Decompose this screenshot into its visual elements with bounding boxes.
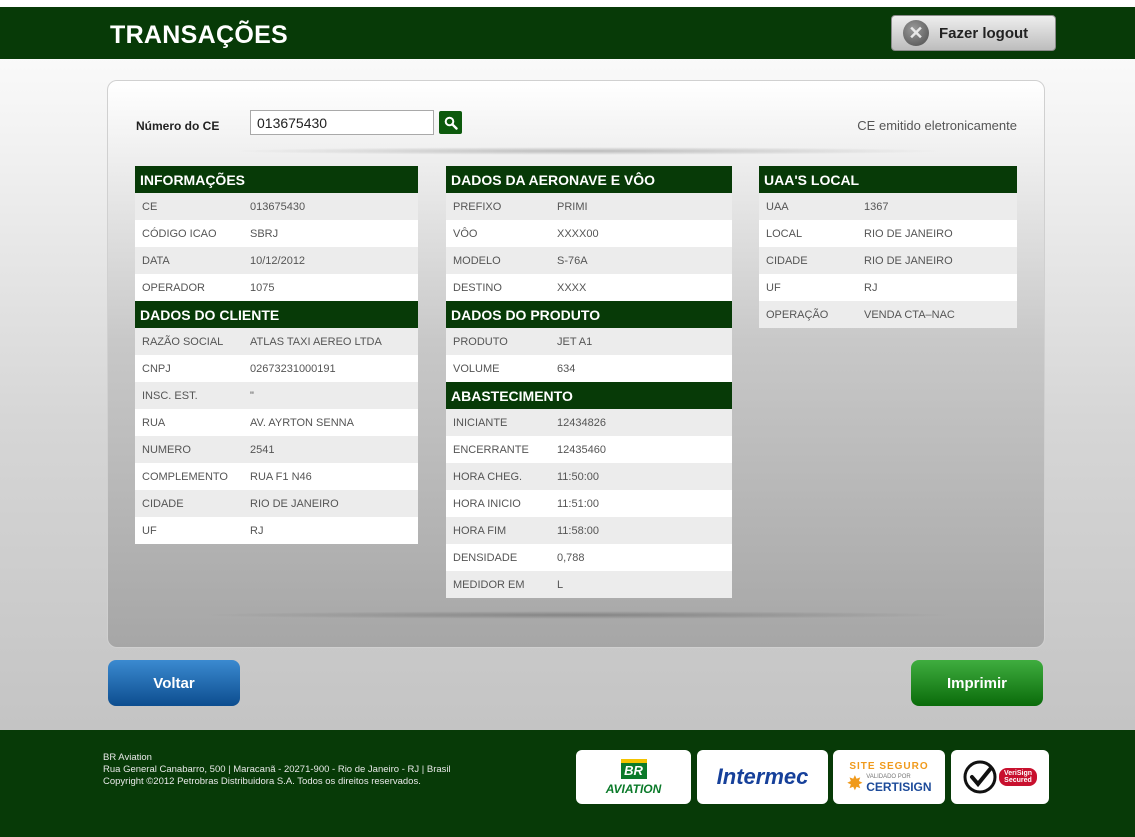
footer-text: BR Aviation Rua General Canabarro, 500 |… [103,752,451,788]
table-row: HORA INICIO 11:51:00 [446,490,732,517]
cliente-rows: RAZÃO SOCIAL ATLAS TAXI AEREO LTDA CNPJ 02… [135,328,418,544]
checkmark-icon [963,760,997,794]
table-row: MODELO S-76A [446,247,732,274]
table-row: VOLUME 634 [446,355,732,382]
aeronave-rows: PREFIXO PRIMI VÔO XXXX00 MODELO S-76A DESTI… [446,193,732,301]
table-row: CIDADE RIO DE JANEIRO [759,247,1017,274]
certisign-label: CERTISIGN [866,779,932,794]
table-row: DATA 10/12/2012 [135,247,418,274]
table-row: HORA CHEG. 11:50:00 [446,463,732,490]
back-button[interactable]: Voltar [108,660,240,706]
verisign-seal: VeriSign Secured [951,750,1049,804]
footer-company: BR Aviation [103,752,152,763]
divider [198,611,958,619]
ce-number-input[interactable] [250,110,434,135]
table-row: PRODUTO JET A1 [446,328,732,355]
table-row: UF RJ [135,517,418,544]
table-row: ENCERRANTE 12435460 [446,436,732,463]
table-row: NUMERO 2541 [135,436,418,463]
intermec-logo: Intermec [697,750,828,804]
table-row: CÓDIGO ICAO SBRJ [135,220,418,247]
intermec-wordmark: Intermec [716,764,809,789]
page-title: TRANSAÇÕES [110,21,289,49]
certisign-seal: SITE SEGURO ✸ VALIDADO POR CERTISIGN [833,750,945,804]
table-row: UF RJ [759,274,1017,301]
secured-label: Secured [1004,777,1032,784]
table-row: HORA FIM 11:58:00 [446,517,732,544]
site-seguro-label: SITE SEGURO [849,760,929,772]
table-row: INSC. EST. " [135,382,418,409]
table-row: CNPJ 02673231000191 [135,355,418,382]
verisign-label: VeriSign [1003,770,1032,777]
footer-address: Rua General Canabarro, 500 | Maracanã - … [103,764,451,775]
table-row: OPERAÇÃO VENDA CTA–NAC [759,301,1017,328]
uaa-table: UAA'S LOCAL UAA 1367 LOCAL RIO DE JANEIRO … [759,166,1017,328]
aircraft-table: DADOS DA AERONAVE E VÔO PREFIXO PRIMI VÔO… [446,166,732,598]
table-row: DENSIDADE 0,788 [446,544,732,571]
transaction-panel: Número do CE CE emitido eletronicamente … [107,80,1045,648]
logout-label: Fazer logout [939,24,1029,42]
star-icon: ✸ [846,772,864,795]
table-row: CE 013675430 [135,193,418,220]
ce-status-text: CE emitido eletronicamente [857,118,1017,133]
produto-rows: PRODUTO JET A1 VOLUME 634 [446,328,732,382]
table-row: VÔO XXXX00 [446,220,732,247]
search-button[interactable] [439,111,462,134]
section-header-uaa: UAA'S LOCAL [759,166,1017,193]
section-header-aeronave: DADOS DA AERONAVE E VÔO [446,166,732,193]
section-header-informacoes: INFORMAÇÕES [135,166,418,193]
print-button[interactable]: Imprimir [911,660,1043,706]
table-row: OPERADOR 1075 [135,274,418,301]
table-row: MEDIDOR EM L [446,571,732,598]
uaa-rows: UAA 1367 LOCAL RIO DE JANEIRO CIDADE RIO DE… [759,193,1017,328]
table-row: UAA 1367 [759,193,1017,220]
table-row: DESTINO XXXX [446,274,732,301]
logout-button[interactable]: ✕ Fazer logout [891,15,1056,51]
close-icon: ✕ [903,20,929,46]
table-row: PREFIXO PRIMI [446,193,732,220]
section-header-cliente: DADOS DO CLIENTE [135,301,418,328]
section-header-abastecimento: ABASTECIMENTO [446,382,732,409]
table-row: COMPLEMENTO RUA F1 N46 [135,463,418,490]
table-row: LOCAL RIO DE JANEIRO [759,220,1017,247]
search-icon [444,116,458,130]
info-rows: CE 013675430 CÓDIGO ICAO SBRJ DATA 10/12/20… [135,193,418,301]
section-header-produto: DADOS DO PRODUTO [446,301,732,328]
br-aviation-logo: BR AVIATION [576,750,691,804]
header-bar: TRANSAÇÕES ✕ Fazer logout [0,7,1135,59]
abastecimento-rows: INICIANTE 12434826 ENCERRANTE 12435460 HOR… [446,409,732,598]
info-table: INFORMAÇÕES CE 013675430 CÓDIGO ICAO SBRJ … [135,166,418,544]
aviation-wordmark: AVIATION [605,781,662,796]
table-row: CIDADE RIO DE JANEIRO [135,490,418,517]
table-row: RAZÃO SOCIAL ATLAS TAXI AEREO LTDA [135,328,418,355]
footer: BR Aviation Rua General Canabarro, 500 |… [0,730,1135,837]
search-label: Número do CE [136,119,220,133]
table-row: INICIANTE 12434826 [446,409,732,436]
table-row: RUA AV. AYRTON SENNA [135,409,418,436]
footer-copyright: Copyright ©2012 Petrobras Distribuidora … [103,776,421,787]
br-icon: BR [620,758,647,779]
divider [228,147,948,155]
